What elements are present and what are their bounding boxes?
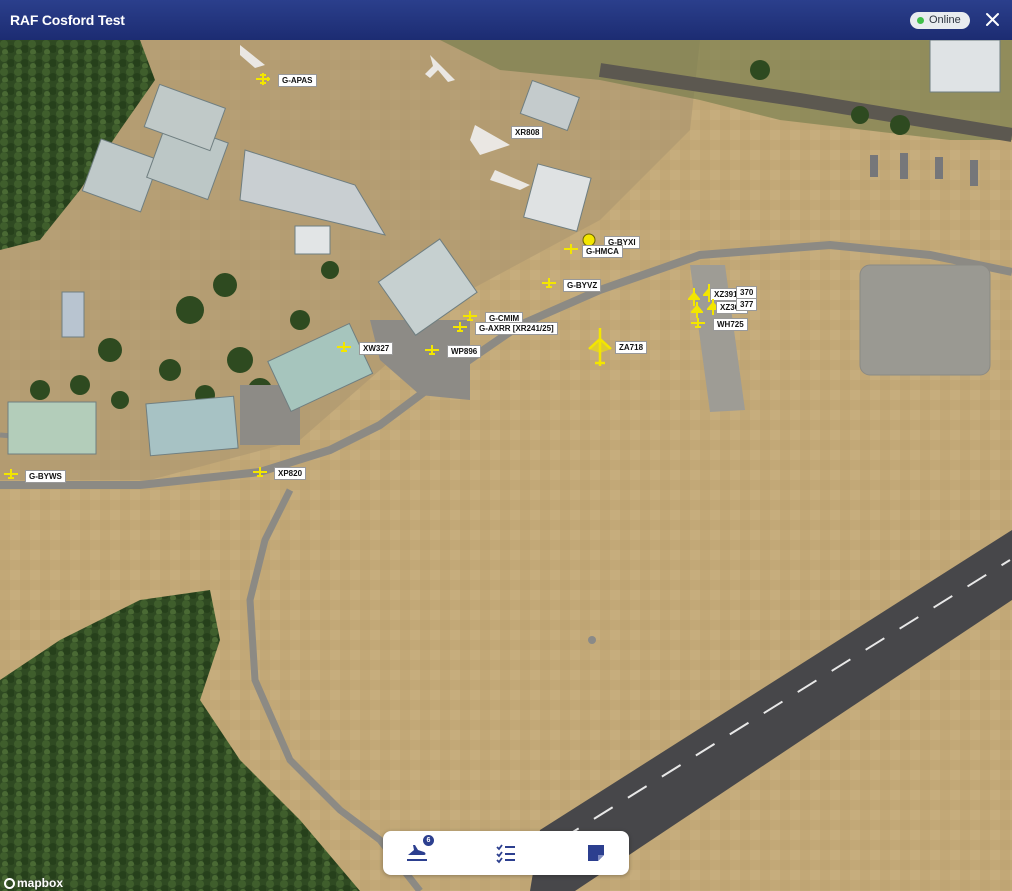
bottom-toolbar: 6 xyxy=(383,831,629,875)
aircraft-marker-icon[interactable] xyxy=(690,317,706,329)
mapbox-logo-icon xyxy=(4,878,15,889)
aircraft-marker-icon[interactable] xyxy=(587,327,613,367)
close-icon[interactable] xyxy=(984,11,1001,28)
aircraft-label[interactable]: XP820 xyxy=(274,467,307,480)
aircraft-label[interactable]: ZA718 xyxy=(615,341,648,354)
aircraft-label[interactable]: G-AXRR [XR241/25] xyxy=(475,322,558,335)
status-text: Online xyxy=(929,14,961,26)
aircraft-marker-icon[interactable] xyxy=(255,72,271,86)
aircraft-label[interactable]: WH725 xyxy=(713,318,748,331)
status-dot-icon xyxy=(917,17,924,24)
aircraft-label[interactable]: G-HMCA xyxy=(582,245,623,258)
aircraft-marker-icon[interactable] xyxy=(452,321,468,333)
aircraft-label[interactable]: G-APAS xyxy=(278,74,317,87)
aircraft-marker-icon[interactable] xyxy=(3,468,19,480)
aircraft-marker-icon[interactable] xyxy=(563,243,579,255)
note-icon xyxy=(588,845,604,861)
aircraft-marker-icon[interactable] xyxy=(336,341,352,353)
arrivals-count-badge: 6 xyxy=(423,835,434,846)
aircraft-label[interactable]: 377 xyxy=(736,298,758,311)
aircraft-label[interactable]: XW327 xyxy=(359,342,394,355)
aircraft-label[interactable]: G-BYVZ xyxy=(563,279,602,292)
aircraft-marker-icon[interactable] xyxy=(252,466,268,478)
satellite-imagery xyxy=(0,40,1012,891)
aircraft-marker-icon[interactable] xyxy=(541,277,557,289)
notes-button[interactable] xyxy=(584,841,608,865)
window-title: RAF Cosford Test xyxy=(10,12,125,28)
attribution-text: mapbox xyxy=(17,876,64,890)
aircraft-label[interactable]: WP896 xyxy=(447,345,482,358)
checklist-icon xyxy=(496,844,515,864)
mapbox-attribution[interactable]: mapbox xyxy=(4,876,63,890)
status-badge: Online xyxy=(910,12,970,29)
aircraft-label[interactable]: G-BYWS xyxy=(25,470,66,483)
aircraft-label[interactable]: XR808 xyxy=(511,126,544,139)
arrivals-button[interactable]: 6 xyxy=(405,835,434,865)
checklist-button[interactable] xyxy=(494,841,518,865)
title-bar: RAF Cosford Test Online xyxy=(0,0,1012,40)
map-view[interactable]: G-APAS XR808 G-BYXI G-HMCA G-BYVZ G-CMIM… xyxy=(0,40,1012,891)
aircraft-marker-icon[interactable] xyxy=(424,344,440,356)
